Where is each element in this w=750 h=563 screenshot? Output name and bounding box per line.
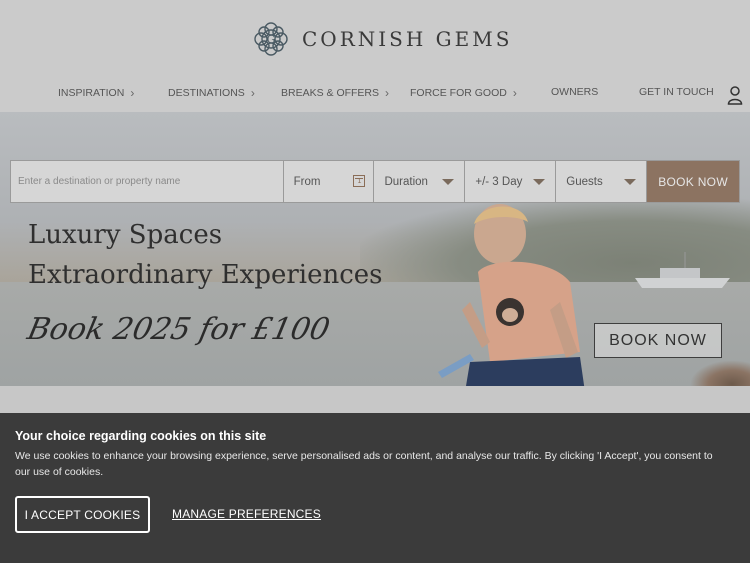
nav-item-owners[interactable]: OWNERS [551, 86, 598, 98]
hero-book-now-button[interactable]: BOOK NOW [594, 323, 722, 358]
guests-label: Guests [566, 175, 603, 188]
hero-banner: Luxury Spaces Extraordinary Experiences … [0, 112, 750, 386]
chevron-right-icon: › [512, 86, 517, 100]
ornamental-knot-logo-icon: G [254, 22, 288, 56]
site-header: G CORNISH GEMS INSPIRATION › DESTINATION… [0, 0, 750, 112]
chevron-right-icon: › [250, 86, 255, 100]
calendar-icon: 1 [353, 175, 366, 187]
chevron-down-icon [624, 179, 637, 185]
nav-item-force-for-good[interactable]: FORCE FOR GOOD › [410, 86, 517, 100]
cookie-title: Your choice regarding cookies on this si… [15, 429, 267, 443]
from-label: From [293, 175, 321, 188]
destination-input[interactable]: Enter a destination or property name [11, 161, 284, 202]
boat-image [635, 252, 730, 288]
nav-item-label: BREAKS & OFFERS [281, 87, 380, 99]
chevron-down-icon [442, 179, 455, 185]
from-date-field[interactable]: From 1 [284, 161, 375, 202]
manage-preferences-link[interactable]: MANAGE PREFERENCES [172, 507, 321, 521]
nav-item-label: FORCE FOR GOOD [410, 87, 507, 99]
user-icon[interactable] [727, 85, 743, 105]
guests-select[interactable]: Guests [556, 161, 648, 202]
flexibility-label: +/- 3 Day [475, 175, 523, 188]
nav-item-label: DESTINATIONS [168, 87, 245, 99]
duration-label: Duration [384, 175, 428, 188]
hero-headline-2: Extraordinary Experiences [28, 260, 383, 290]
child-photo [438, 204, 585, 386]
hero-offer-script: Book 2025 for £100 [24, 312, 333, 347]
nav-item-breaks-offers[interactable]: BREAKS & OFFERS › [281, 86, 389, 100]
hero-headline-1: Luxury Spaces [28, 220, 223, 250]
cookie-text: We use cookies to enhance your browsing … [15, 450, 713, 478]
accept-cookies-button[interactable]: I ACCEPT COOKIES [15, 496, 150, 533]
flexibility-select[interactable]: +/- 3 Day [465, 161, 557, 202]
brand-logo[interactable]: G CORNISH GEMS [250, 18, 512, 60]
cookie-banner: Your choice regarding cookies on this si… [0, 413, 750, 563]
search-book-now-button[interactable]: BOOK NOW [647, 161, 740, 202]
chevron-right-icon: › [130, 86, 135, 100]
chevron-right-icon: › [385, 86, 390, 100]
nav-item-label: INSPIRATION [58, 87, 125, 99]
brand-name: CORNISH GEMS [302, 27, 513, 51]
main-nav: INSPIRATION › DESTINATIONS › BREAKS & OF… [0, 86, 750, 106]
duration-select[interactable]: Duration [374, 161, 466, 202]
content-band [0, 386, 750, 413]
chevron-down-icon [533, 179, 546, 185]
booking-search-bar: Enter a destination or property name Fro… [10, 160, 740, 203]
nav-item-label: GET IN TOUCH [639, 86, 714, 98]
hero-rocks [690, 360, 750, 386]
nav-item-destinations[interactable]: DESTINATIONS › [168, 86, 255, 100]
svg-text:G: G [267, 33, 276, 46]
nav-item-get-in-touch[interactable]: GET IN TOUCH [639, 86, 714, 98]
nav-item-label: OWNERS [551, 86, 599, 98]
nav-item-inspiration[interactable]: INSPIRATION › [58, 86, 134, 100]
